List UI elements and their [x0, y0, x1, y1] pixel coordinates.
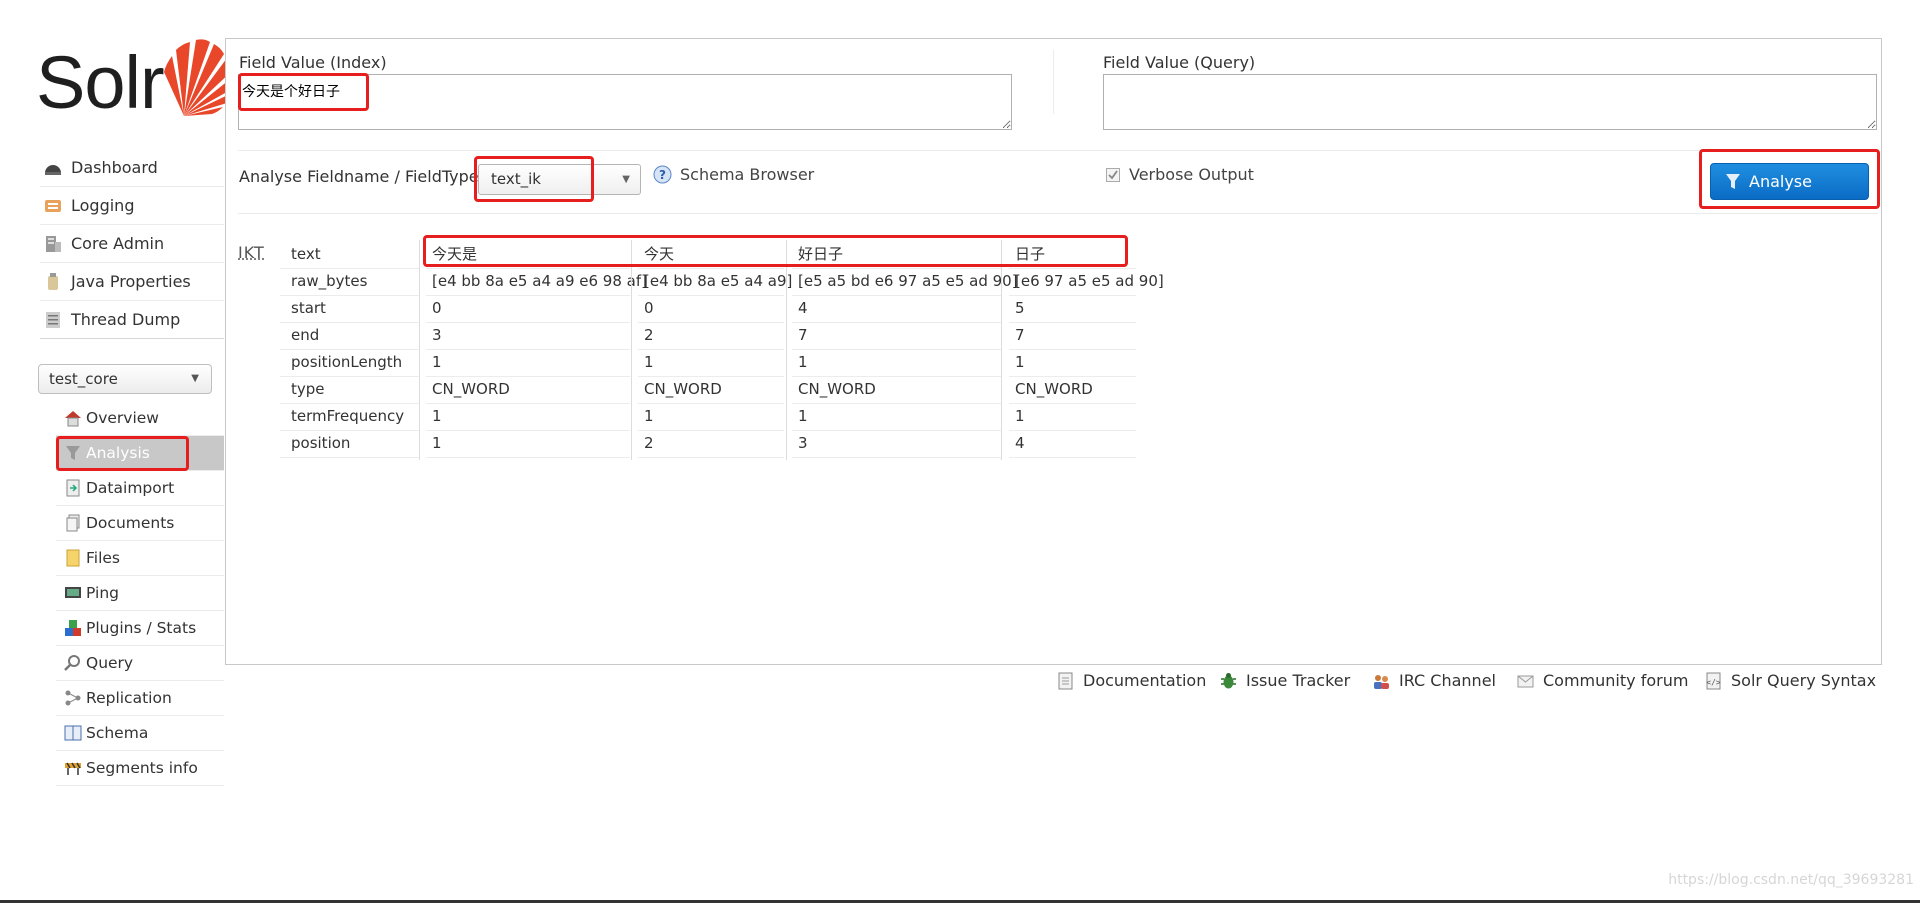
- tokenizer-abbrev: IKT: [238, 243, 265, 262]
- nav-logging[interactable]: Logging: [40, 187, 224, 225]
- core-nav-label: Query: [86, 653, 134, 672]
- help-icon: ?: [653, 165, 672, 184]
- chevron-down-icon: ▼: [622, 174, 630, 185]
- core-selector[interactable]: test_core ▼: [38, 364, 212, 394]
- nav-java-properties[interactable]: Java Properties: [40, 263, 224, 301]
- core-nav-replication[interactable]: Replication: [56, 681, 224, 716]
- fieldtype-label: Analyse Fieldname / FieldType:: [239, 167, 485, 186]
- core-nav-label: Analysis: [86, 443, 150, 462]
- logging-icon: [45, 199, 61, 212]
- core-nav-overview[interactable]: Overview: [56, 401, 224, 436]
- java-properties-icon: [48, 272, 58, 290]
- core-nav: Overview Analysis Dataimport Documents F…: [56, 401, 224, 786]
- mail-icon: [1517, 675, 1534, 687]
- core-nav-label: Overview: [86, 408, 159, 427]
- core-nav-plugins[interactable]: Plugins / Stats: [56, 611, 224, 646]
- footer-link-label: Community forum: [1543, 671, 1689, 690]
- core-nav-label: Segments info: [86, 758, 198, 777]
- nav-label: Core Admin: [71, 233, 165, 253]
- bug-icon: [1221, 672, 1236, 688]
- core-nav-schema[interactable]: Schema: [56, 716, 224, 751]
- core-nav-label: Dataimport: [86, 478, 175, 497]
- replication-icon: [65, 690, 81, 706]
- verbose-output-toggle[interactable]: Verbose Output: [1106, 165, 1254, 184]
- solr-logo[interactable]: Solr: [36, 36, 235, 124]
- checkbox-checked-icon[interactable]: [1106, 167, 1120, 182]
- core-nav-label: Schema: [86, 723, 149, 742]
- schema-browser-link[interactable]: ? Schema Browser: [653, 165, 814, 184]
- index-value-textarea[interactable]: 今天是个好日子: [238, 74, 1012, 130]
- query-syntax-icon: </>: [1706, 672, 1721, 689]
- nav-label: Thread Dump: [71, 309, 181, 329]
- irc-icon: [1374, 674, 1389, 689]
- dataimport-icon: [66, 479, 80, 497]
- chevron-down-icon: ▼: [191, 373, 199, 384]
- footer-link-label: Issue Tracker: [1246, 671, 1351, 690]
- footer-solr-query-syntax-link[interactable]: </> Solr Query Syntax: [1705, 671, 1876, 690]
- svg-text:?: ?: [659, 168, 666, 182]
- core-nav-label: Plugins / Stats: [86, 618, 197, 637]
- row-separator: [238, 213, 1878, 214]
- nav-label: Java Properties: [71, 271, 191, 291]
- footer-documentation-link[interactable]: Documentation: [1057, 671, 1206, 690]
- nav-thread-dump[interactable]: Thread Dump: [40, 301, 224, 339]
- footer-issue-tracker-link[interactable]: Issue Tracker: [1220, 671, 1350, 690]
- files-icon: [66, 549, 80, 567]
- segments-icon: [65, 762, 81, 775]
- query-value-textarea[interactable]: [1103, 74, 1877, 130]
- filter-icon: [1726, 174, 1740, 189]
- overview-icon: [65, 411, 81, 427]
- footer-link-label: Solr Query Syntax: [1731, 671, 1877, 690]
- fieldtype-select[interactable]: text_ik ▼: [478, 164, 641, 195]
- core-nav-ping[interactable]: Ping: [56, 576, 224, 611]
- core-nav-label: Documents: [86, 513, 175, 532]
- core-nav-label: Files: [86, 548, 121, 567]
- ping-icon: [65, 587, 81, 598]
- core-nav-documents[interactable]: Documents: [56, 506, 224, 541]
- analysis-icon: [66, 446, 80, 460]
- nav-dashboard[interactable]: Dashboard: [40, 149, 224, 187]
- analysis-panel: [225, 38, 1882, 665]
- nav-label: Logging: [71, 195, 135, 215]
- verbose-output-label: Verbose Output: [1129, 165, 1254, 184]
- query-icon: [64, 655, 80, 671]
- core-nav-files[interactable]: Files: [56, 541, 224, 576]
- documents-icon: [66, 514, 80, 532]
- footer-community-forum-link[interactable]: Community forum: [1517, 671, 1688, 690]
- core-nav-segments[interactable]: Segments info: [56, 751, 224, 786]
- core-nav-label: Replication: [86, 688, 172, 707]
- core-admin-icon: [46, 235, 61, 252]
- svg-text:</>: </>: [1706, 678, 1721, 687]
- core-selector-value: test_core: [49, 370, 118, 388]
- watermark: https://blog.csdn.net/qq_39693281: [1668, 872, 1914, 888]
- logo-sun-icon: [164, 39, 235, 117]
- row-separator: [238, 150, 1878, 151]
- main-nav: Dashboard Logging Core Admin Java Proper…: [40, 149, 224, 339]
- core-nav-label: Ping: [86, 583, 119, 602]
- documentation-icon: [1058, 672, 1073, 689]
- analyse-values-button[interactable]: Analyse Values: [1710, 163, 1869, 226]
- core-nav-dataimport[interactable]: Dataimport: [56, 471, 224, 506]
- nav-label: Dashboard: [71, 157, 158, 177]
- footer-link-label: Documentation: [1083, 671, 1207, 690]
- footer-irc-channel-link[interactable]: IRC Channel: [1373, 671, 1496, 690]
- thread-dump-icon: [46, 311, 60, 328]
- schema-icon: [64, 725, 82, 741]
- column-divider: [1053, 50, 1054, 114]
- core-nav-analysis[interactable]: Analysis: [56, 436, 224, 471]
- fieldtype-value: text_ik: [491, 170, 541, 188]
- schema-browser-label: Schema Browser: [680, 165, 815, 184]
- core-nav-query[interactable]: Query: [56, 646, 224, 681]
- plugins-icon: [65, 620, 81, 636]
- index-field-label: Field Value (Index): [239, 53, 387, 72]
- nav-core-admin[interactable]: Core Admin: [40, 225, 224, 263]
- query-field-label: Field Value (Query): [1103, 53, 1256, 72]
- dashboard-icon: [45, 164, 61, 175]
- footer-link-label: IRC Channel: [1399, 671, 1496, 690]
